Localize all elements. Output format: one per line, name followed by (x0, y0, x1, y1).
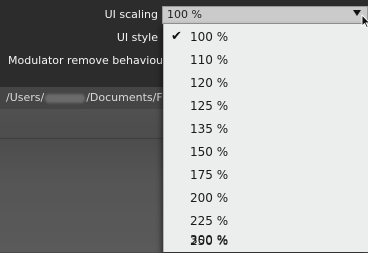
ui-scaling-dropdown-menu: ✔ 100 % 110 % 120 % 125 % 135 % 150 % 17… (163, 24, 368, 252)
dropdown-option-120[interactable]: 120 % (164, 72, 368, 95)
redacted-username (45, 93, 86, 103)
dropdown-option-110[interactable]: 110 % (164, 49, 368, 72)
ui-scaling-label: UI scaling (104, 8, 158, 21)
mouse-cursor-icon (361, 14, 368, 28)
dropdown-option-125[interactable]: 125 % (164, 95, 368, 118)
dropdown-option-label: 120 % (190, 76, 229, 90)
section-divider (0, 138, 170, 139)
dropdown-option-label: 175 % (190, 168, 229, 182)
documents-path-field[interactable]: /Users/ /Documents/FX (0, 87, 170, 109)
dropdown-option-label: 125 % (190, 99, 229, 113)
dropdown-option-175[interactable]: 175 % (164, 164, 368, 187)
checkmark-icon: ✔ (171, 29, 182, 44)
ui-style-label: UI style (116, 31, 158, 44)
dropdown-option-label: 300 % (190, 233, 229, 247)
dropdown-option-label: 135 % (190, 122, 229, 136)
dropdown-option-100[interactable]: ✔ 100 % (164, 26, 368, 49)
dropdown-option-200[interactable]: 200 % (164, 187, 368, 210)
modulator-remove-behaviour-label: Modulator remove behaviour (8, 54, 168, 67)
dropdown-option-label: 110 % (190, 53, 229, 67)
ui-scaling-select[interactable]: 100 % (162, 6, 368, 24)
dropdown-option-label: 150 % (190, 145, 229, 159)
path-suffix: /Documents/FX (86, 91, 171, 104)
dropdown-option-label: 200 % (190, 191, 229, 205)
dropdown-arrow-icon[interactable] (353, 10, 361, 16)
dropdown-option-150[interactable]: 150 % (164, 141, 368, 164)
dropdown-option-135[interactable]: 135 % (164, 118, 368, 141)
path-prefix: /Users/ (6, 91, 45, 104)
documents-path-text: /Users/ /Documents/FX (6, 91, 170, 104)
ui-scaling-select-value: 100 % (167, 8, 202, 21)
dropdown-option-label: 225 % (190, 214, 229, 228)
dropdown-option-label: 100 % (190, 30, 229, 44)
